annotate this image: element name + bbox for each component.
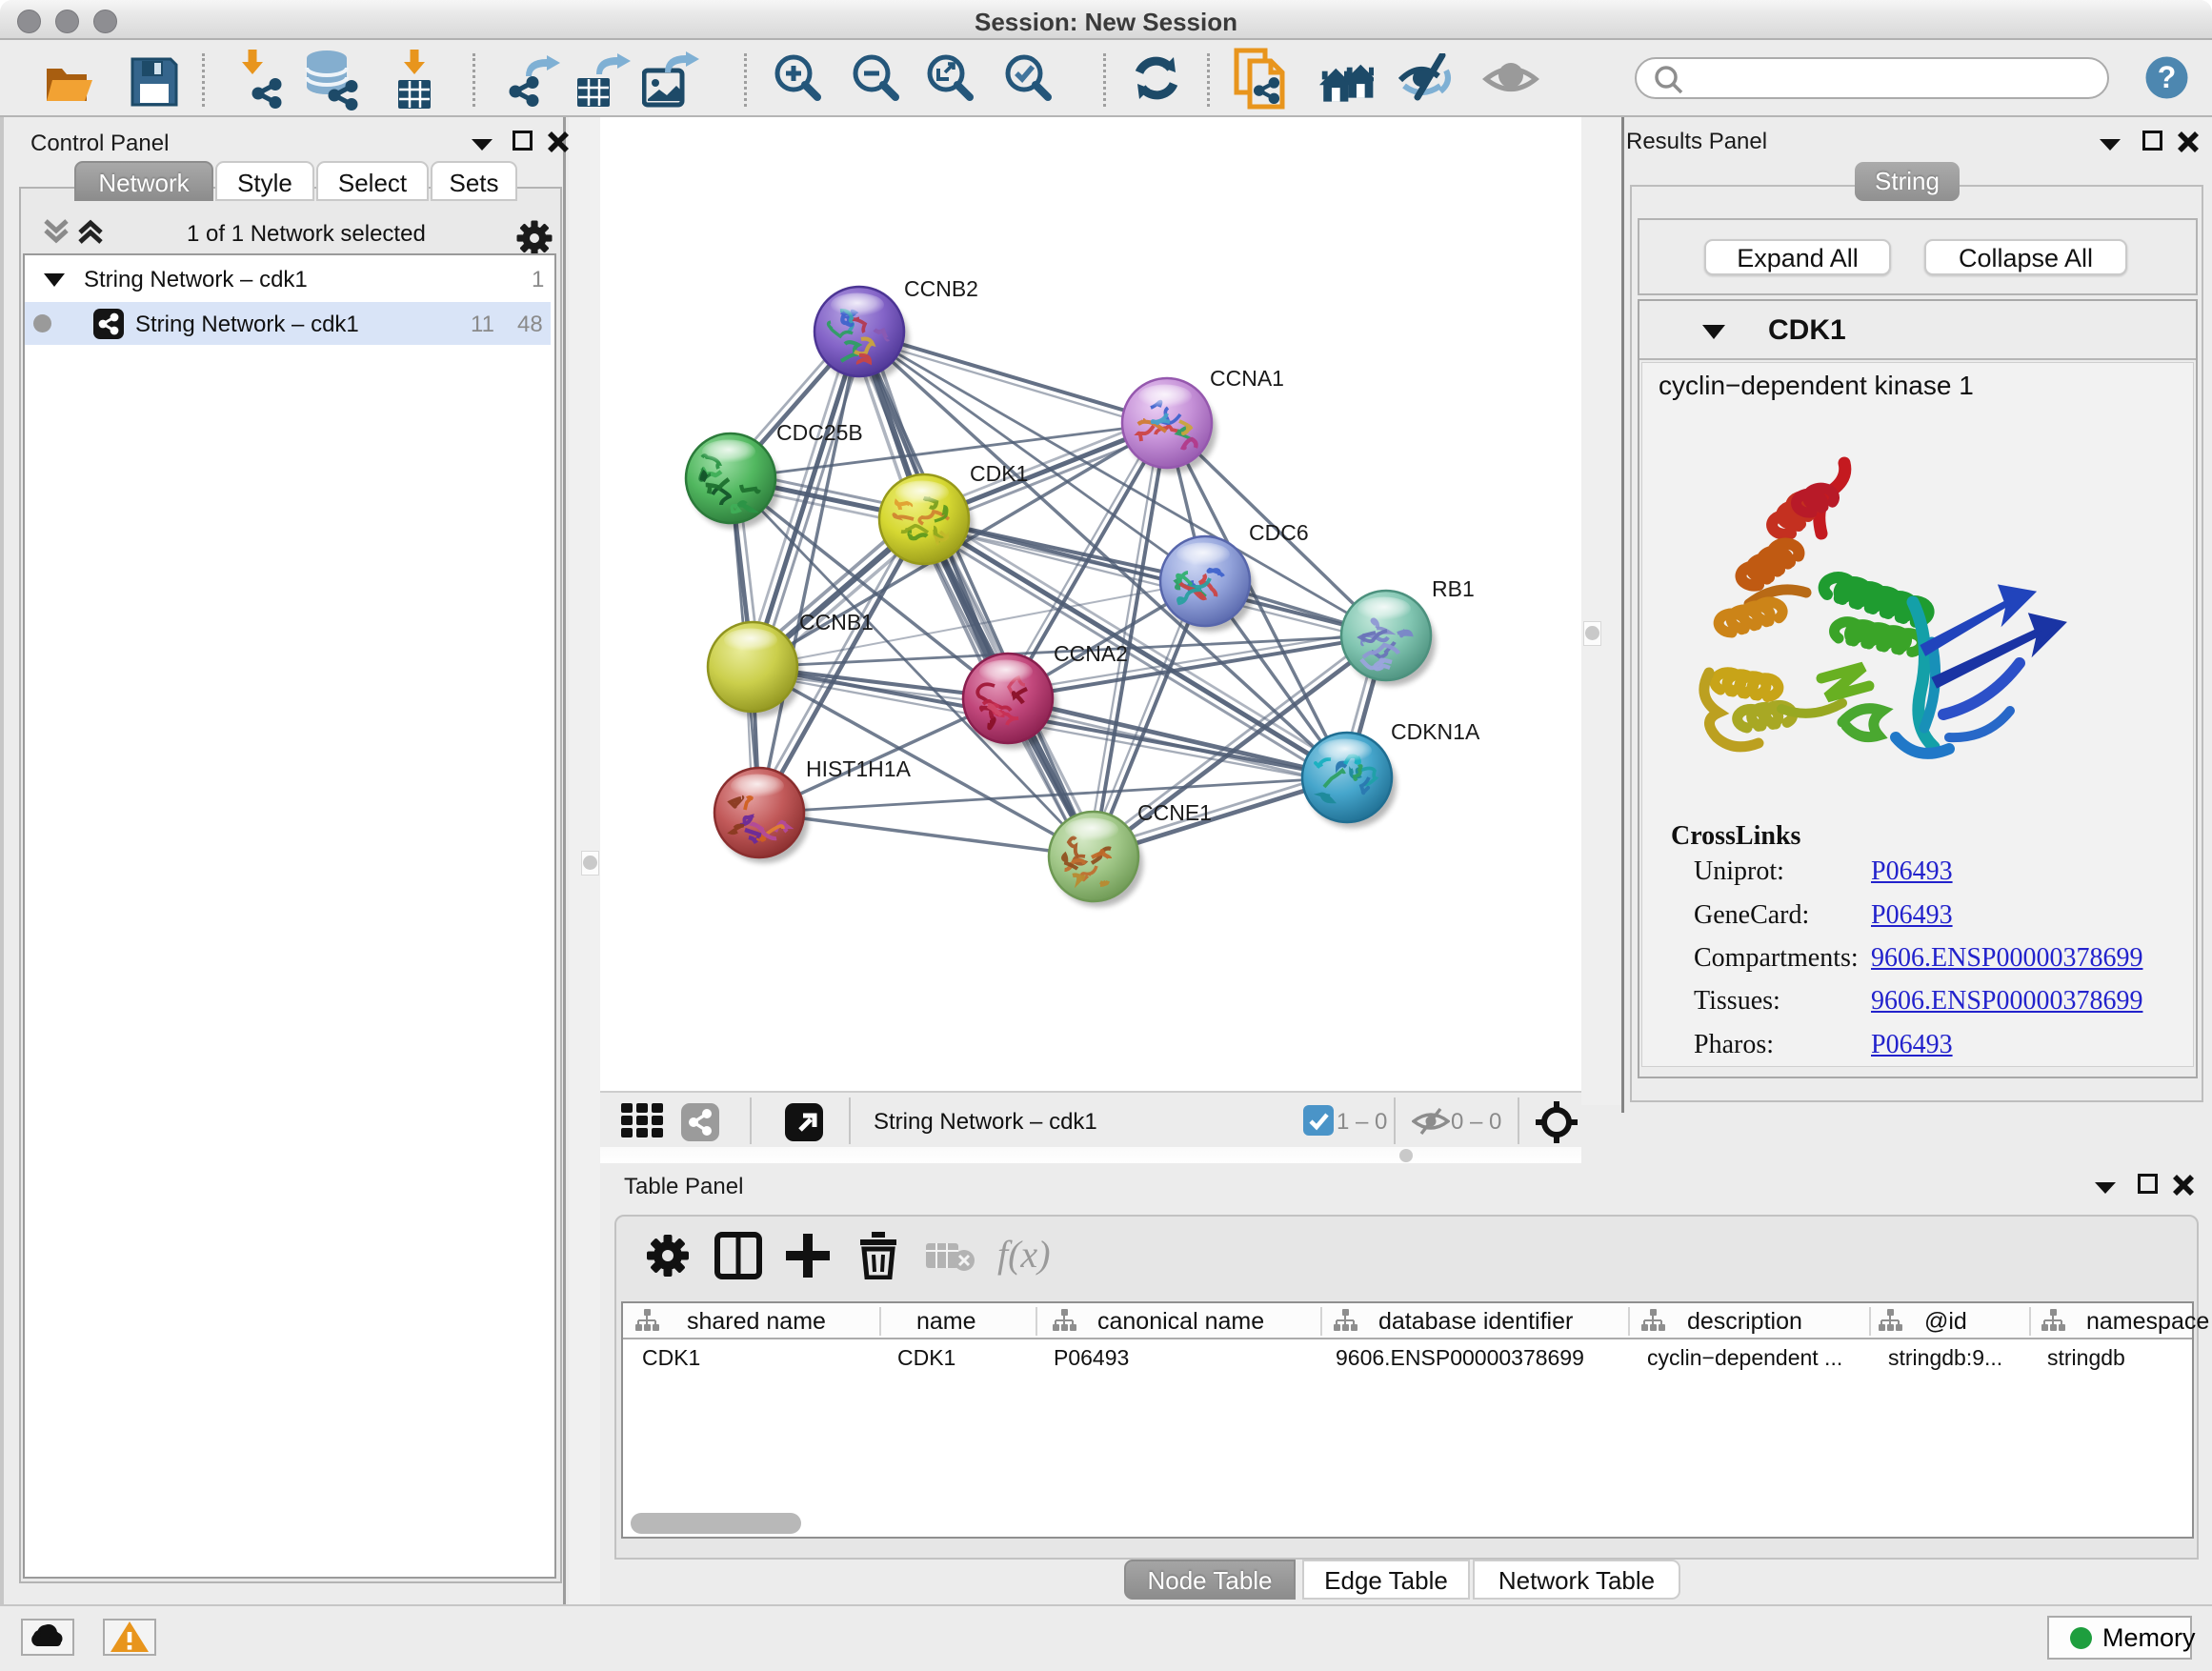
svg-text:CCNE1: CCNE1 xyxy=(1137,800,1212,825)
svg-text:CDKN1A: CDKN1A xyxy=(1391,719,1480,744)
svg-text:CCNA2: CCNA2 xyxy=(1054,641,1128,666)
svg-text:CDC6: CDC6 xyxy=(1249,520,1309,545)
svg-text:CCNB1: CCNB1 xyxy=(799,610,874,634)
svg-text:CDC25B: CDC25B xyxy=(776,420,863,445)
svg-text:CCNB2: CCNB2 xyxy=(904,276,978,301)
svg-text:HIST1H1A: HIST1H1A xyxy=(806,756,912,781)
svg-text:CCNA1: CCNA1 xyxy=(1210,366,1284,391)
svg-text:CDK1: CDK1 xyxy=(970,461,1028,486)
svg-text:RB1: RB1 xyxy=(1432,576,1475,601)
svg-text:?: ? xyxy=(2158,60,2177,94)
